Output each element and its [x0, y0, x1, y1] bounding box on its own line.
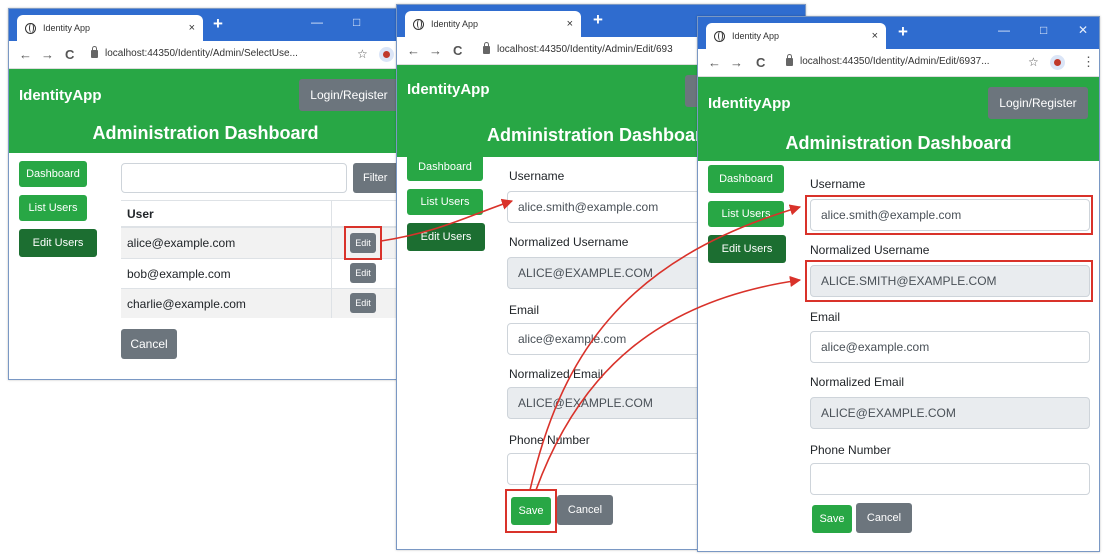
- arrow-edit-to-username: [380, 198, 514, 242]
- arrow-save-to-username: [529, 204, 802, 491]
- arrow-save-to-normalized-username: [535, 275, 802, 491]
- annotation-arrows: [380, 198, 802, 491]
